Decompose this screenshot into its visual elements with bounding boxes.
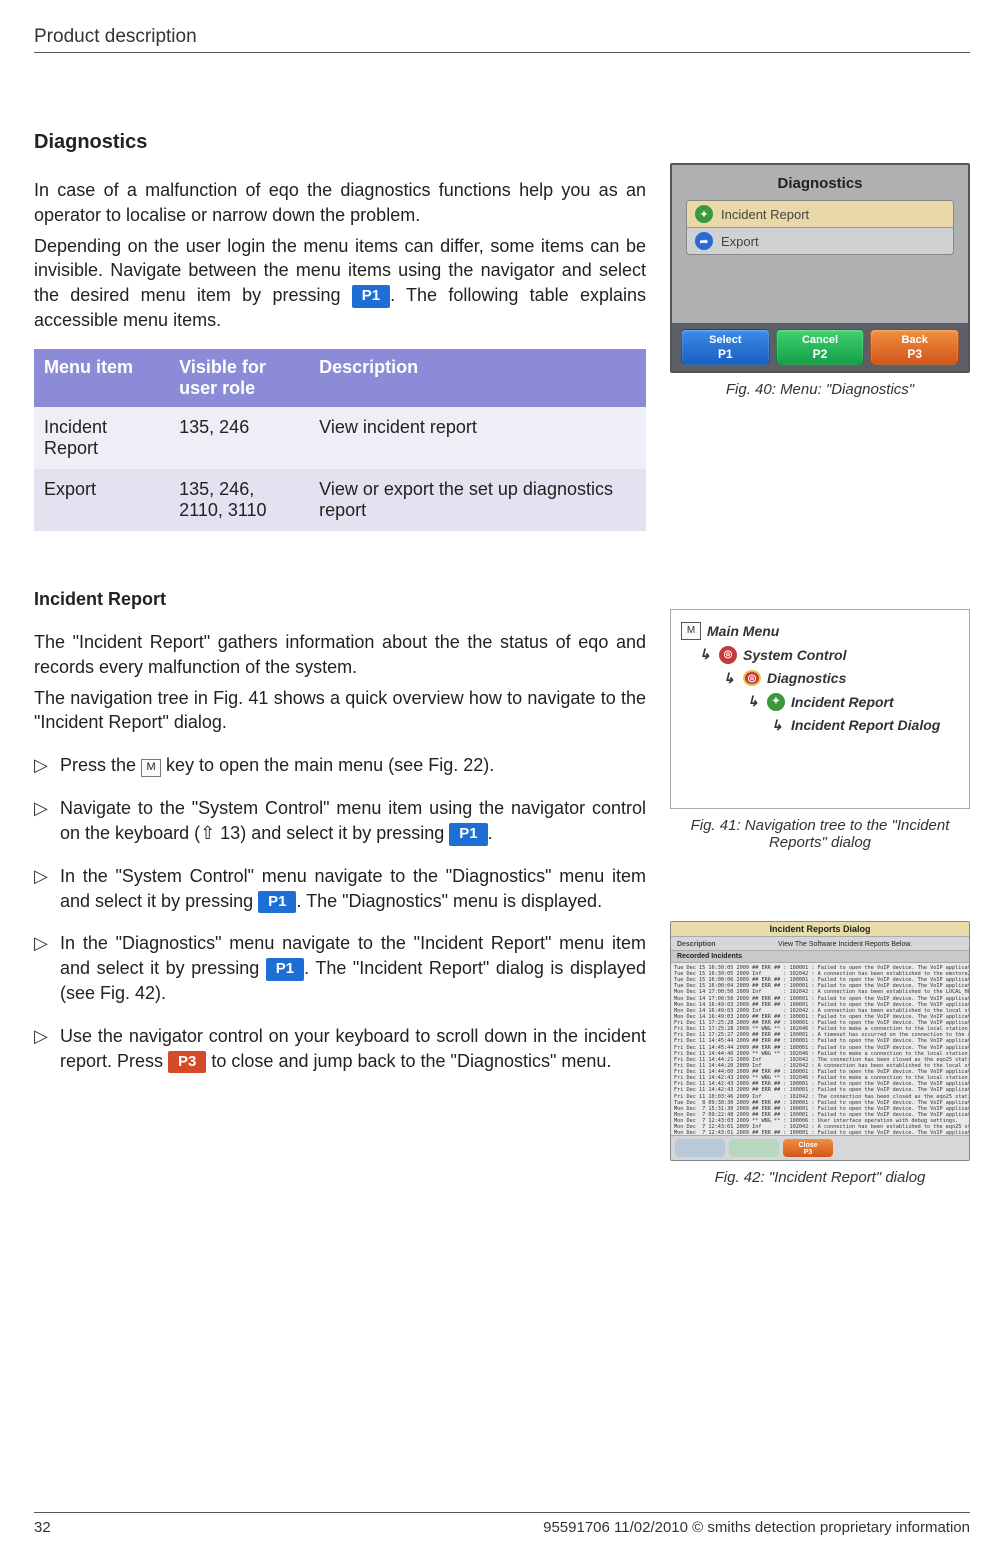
- step-5: ▷ Use the navigator control on your keyb…: [34, 1024, 646, 1074]
- fig40-diagnostics-menu-screenshot: Diagnostics ✦ Incident Report ➦ Export S…: [670, 163, 970, 373]
- menu-item-incident-report[interactable]: ✦ Incident Report: [687, 201, 953, 228]
- main-menu-icon: M: [681, 622, 701, 640]
- fig42-caption: Fig. 42: "Incident Report" dialog: [670, 1169, 970, 1186]
- nav-label: Main Menu: [707, 623, 779, 639]
- step-4: ▷ In the "Diagnostics" menu navigate to …: [34, 931, 646, 1005]
- p1-key-badge: P1: [258, 891, 296, 914]
- nav-label: Incident Report Dialog: [791, 717, 940, 733]
- menu-items-table: Menu item Visible for user role Descript…: [34, 349, 646, 531]
- btn-sub: P3: [804, 1149, 813, 1156]
- arrow-icon: ↳: [699, 646, 713, 663]
- incident-para-2: The navigation tree in Fig. 41 shows a q…: [34, 686, 646, 736]
- export-icon: ➦: [695, 232, 713, 250]
- nav-label: Diagnostics: [767, 670, 846, 686]
- ir-recorded-header: Recorded Incidents: [671, 950, 969, 963]
- ir-close-button[interactable]: Close P3: [783, 1139, 833, 1157]
- page-number: 32: [34, 1519, 51, 1536]
- diagnostics-intro-2: Depending on the user login the menu ite…: [34, 234, 646, 333]
- step-1: ▷ Press the M key to open the main menu …: [34, 753, 646, 778]
- back-button[interactable]: Back P3: [870, 329, 959, 365]
- diag-title: Diagnostics: [672, 165, 968, 200]
- select-button[interactable]: Select P1: [681, 329, 770, 365]
- m-key-icon: M: [141, 759, 161, 777]
- step-2: ▷ Navigate to the "System Control" menu …: [34, 796, 646, 846]
- cell: 135, 246, 2110, 3110: [169, 469, 309, 531]
- incident-report-icon: ✦: [695, 205, 713, 223]
- step-bullet-icon: ▷: [34, 864, 50, 914]
- ir-disabled-button: [729, 1139, 779, 1157]
- btn-label: Cancel: [802, 334, 838, 346]
- btn-label: Select: [709, 334, 741, 346]
- ir-description-value: View The Software Incident Reports Below…: [727, 941, 963, 948]
- menu-item-export[interactable]: ➦ Export: [687, 228, 953, 254]
- ir-bottom-bar: Close P3: [671, 1135, 969, 1160]
- cell: View incident report: [309, 407, 646, 469]
- section-incident-title: Incident Report: [34, 589, 646, 610]
- diag-menu-box: ✦ Incident Report ➦ Export: [686, 200, 954, 255]
- copyright-text: 95591706 11/02/2010 © smiths detection p…: [543, 1519, 970, 1536]
- section-diagnostics-title: Diagnostics: [34, 131, 646, 154]
- step-bullet-icon: ▷: [34, 796, 50, 846]
- page-footer: 32 95591706 11/02/2010 © smiths detectio…: [34, 1512, 970, 1536]
- step-bullet-icon: ▷: [34, 1024, 50, 1074]
- text-fragment: to close and jump back to the "Diagnosti…: [206, 1051, 611, 1071]
- text-fragment: key to open the main menu (see Fig. 22).: [161, 755, 494, 775]
- table-row: Incident Report 135, 246 View incident r…: [34, 407, 646, 469]
- step-3: ▷ In the "System Control" menu navigate …: [34, 864, 646, 914]
- ir-disabled-button: [675, 1139, 725, 1157]
- text-fragment: Press the: [60, 755, 141, 775]
- nav-main-menu: M Main Menu: [681, 622, 959, 640]
- step-bullet-icon: ▷: [34, 931, 50, 1005]
- btn-label: Close: [798, 1142, 817, 1149]
- arrow-icon: ↳: [723, 670, 737, 687]
- ir-description-label: Description: [677, 941, 727, 948]
- arrow-icon: ↳: [747, 693, 761, 710]
- cell: 135, 246: [169, 407, 309, 469]
- p1-key-badge: P1: [352, 285, 390, 308]
- btn-label: Back: [902, 334, 928, 346]
- menu-item-label: Export: [721, 234, 759, 249]
- p1-key-badge: P1: [449, 823, 487, 846]
- text-fragment: .: [488, 823, 493, 843]
- incident-para-1: The "Incident Report" gathers informatio…: [34, 630, 646, 680]
- cancel-button[interactable]: Cancel P2: [776, 329, 865, 365]
- incident-report-icon: ✦: [767, 693, 785, 711]
- diagnostics-intro-1: In case of a malfunction of eqo the diag…: [34, 178, 646, 228]
- step-bullet-icon: ▷: [34, 753, 50, 778]
- ir-title-bar: Incident Reports Dialog: [671, 922, 969, 937]
- p1-key-badge: P1: [266, 958, 304, 981]
- nav-label: Incident Report: [791, 694, 894, 710]
- arrow-icon: ↳: [771, 717, 785, 734]
- nav-incident-report: ↳ ✦ Incident Report: [681, 693, 959, 711]
- menu-item-label: Incident Report: [721, 207, 809, 222]
- btn-sub: P1: [682, 347, 769, 361]
- btn-sub: P3: [871, 347, 958, 361]
- btn-sub: P2: [777, 347, 864, 361]
- nav-label: System Control: [743, 647, 846, 663]
- ir-description-row: Description View The Software Incident R…: [671, 937, 969, 950]
- text-fragment: . The "Diagnostics" menu is displayed.: [296, 891, 602, 911]
- text-fragment: Navigate to the "System Control" menu it…: [60, 798, 646, 843]
- table-row: Export 135, 246, 2110, 3110 View or expo…: [34, 469, 646, 531]
- fig42-incident-report-dialog-screenshot: Incident Reports Dialog Description View…: [670, 921, 970, 1161]
- diagnostics-icon: ◎: [743, 670, 761, 686]
- p3-key-badge: P3: [168, 1051, 206, 1074]
- button-row: Select P1 Cancel P2 Back P3: [672, 323, 968, 371]
- cell: View or export the set up diagnostics re…: [309, 469, 646, 531]
- page-header: Product description: [34, 26, 970, 53]
- nav-system-control: ↳ ◎ System Control: [681, 646, 959, 664]
- ir-log-area[interactable]: Tue Dec 15 16:30:05 2009 ## ERR ## : 100…: [671, 963, 969, 1135]
- th-visible-role: Visible for user role: [169, 349, 309, 407]
- fig40-caption: Fig. 40: Menu: "Diagnostics": [670, 381, 970, 398]
- fig41-nav-tree: M Main Menu ↳ ◎ System Control ↳ ◎ Diagn…: [670, 609, 970, 809]
- fig41-caption: Fig. 41: Navigation tree to the "Inciden…: [670, 817, 970, 851]
- cell: Export: [34, 469, 169, 531]
- nav-diagnostics: ↳ ◎ Diagnostics: [681, 670, 959, 687]
- system-control-icon: ◎: [719, 646, 737, 664]
- th-description: Description: [309, 349, 646, 407]
- nav-incident-report-dialog: ↳ Incident Report Dialog: [681, 717, 959, 734]
- th-menu-item: Menu item: [34, 349, 169, 407]
- cell: Incident Report: [34, 407, 169, 469]
